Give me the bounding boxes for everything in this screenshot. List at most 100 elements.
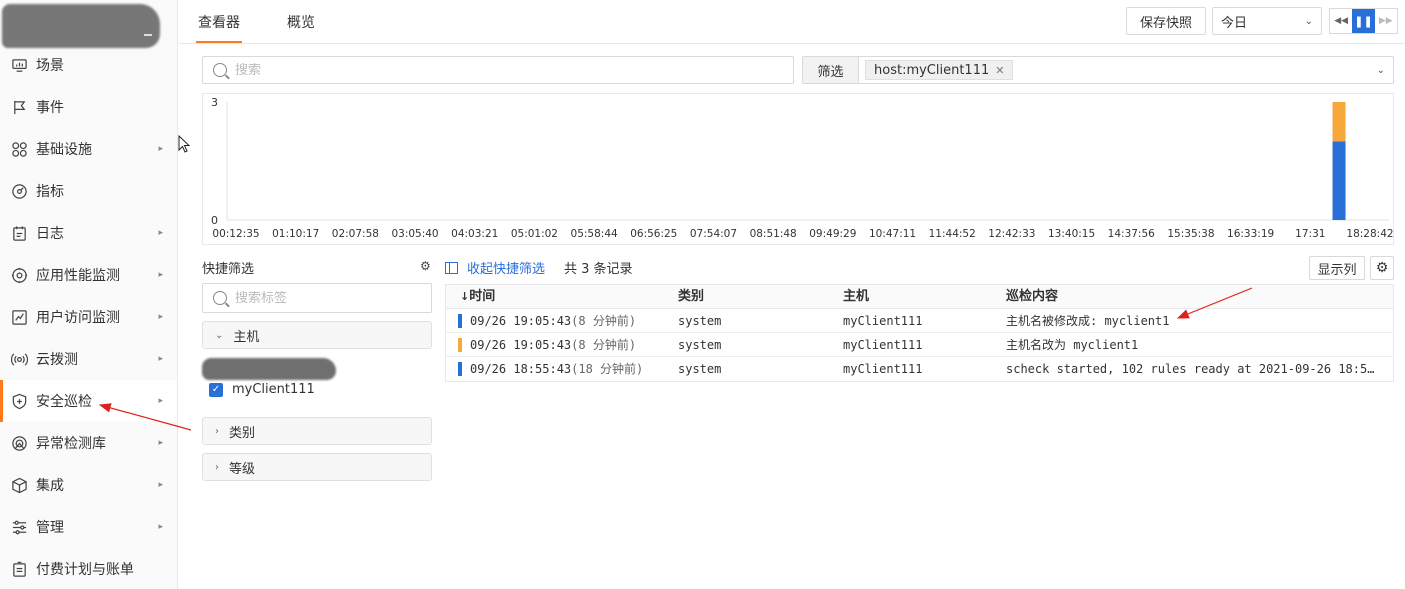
histogram-chart: 3 0 00:12:35 01:10:17 02:07:58 03:05:40 04:03:…	[202, 93, 1394, 245]
x-tick-label: 12:42:33	[988, 228, 1035, 240]
save-snapshot-button[interactable]: 保存快照	[1126, 7, 1206, 35]
sidebar-item[interactable]: 应用性能监测 ▸	[0, 254, 177, 296]
bill-icon	[10, 560, 28, 578]
filter-label: 筛选	[803, 57, 859, 83]
tag-search-input[interactable]	[234, 290, 431, 306]
cell-category: system	[678, 338, 722, 352]
chevron-right-icon: ›	[215, 425, 219, 437]
cell-time: 09/26 19:05:43(8 分钟前)	[470, 309, 636, 333]
x-tick-label: 03:05:40	[391, 228, 438, 240]
show-columns-button[interactable]: 显示列	[1309, 256, 1365, 280]
filter-group-host[interactable]: ⌄ 主机	[202, 321, 432, 349]
gear-icon[interactable]: ⚙	[1370, 256, 1394, 280]
sidebar-item[interactable]: 集成 ▸	[0, 464, 177, 506]
sidebar-item-label: 安全巡检	[36, 394, 92, 410]
record-count: 共 3 条记录	[564, 262, 633, 277]
time-range-value: 今日	[1221, 15, 1248, 31]
host-option[interactable]: ✓ myClient111	[209, 382, 315, 397]
x-tick-label: 04:03:21	[451, 228, 498, 240]
sidebar-item[interactable]: 场景	[0, 44, 177, 86]
x-tick-label: 05:58:44	[571, 228, 618, 240]
tab-overview[interactable]: 概览	[287, 12, 315, 32]
chevron-down-icon[interactable]: ⌄	[1377, 65, 1385, 76]
header-category: 类别	[678, 289, 705, 304]
x-tick-label: 06:56:25	[630, 228, 677, 240]
cell-content: 主机名改为 myclient1	[1006, 338, 1139, 352]
y-tick-label: 0	[211, 214, 218, 227]
filter-group-label: 类别	[229, 425, 256, 441]
chevron-right-icon: ▸	[158, 312, 163, 322]
target-icon	[10, 266, 28, 284]
x-tick-label: 05:01:02	[511, 228, 558, 240]
chevron-right-icon: ▸	[158, 354, 163, 364]
sidebar-item[interactable]: 付费计划与账单	[0, 548, 177, 589]
table-row[interactable]: 09/26 19:05:43(8 分钟前) system myClient111 主机…	[446, 333, 1393, 357]
sidebar-item[interactable]: 事件	[0, 86, 177, 128]
sidebar-item[interactable]: 异常检测库 ▸	[0, 422, 177, 464]
rewind-icon[interactable]: ◀◀	[1330, 9, 1352, 33]
cell-time-ago: (18 分钟前)	[571, 362, 644, 376]
sidebar-item[interactable]: 指标	[0, 170, 177, 212]
chevron-right-icon: ▸	[158, 270, 163, 280]
filter-bar[interactable]: 筛选 host:myClient111 ✕ ⌄	[802, 56, 1394, 84]
flag-icon	[10, 98, 28, 116]
gauge-icon	[10, 182, 28, 200]
cell-time-value: 09/26 18:55:43	[470, 362, 572, 376]
header-host: 主机	[843, 289, 870, 304]
document-icon	[10, 224, 28, 242]
chart-bar	[1332, 141, 1346, 220]
search-icon	[213, 63, 227, 77]
chevron-right-icon: ▸	[158, 228, 163, 238]
sidebar-item[interactable]: 管理 ▸	[0, 506, 177, 548]
search-input[interactable]	[235, 62, 757, 78]
pause-icon[interactable]: ❚❚	[1352, 9, 1375, 33]
filter-chip[interactable]: host:myClient111 ✕	[865, 60, 1014, 80]
filter-group-label: 主机	[233, 329, 260, 345]
blurred-host-label	[202, 358, 336, 380]
fast-forward-icon[interactable]: ▶▶	[1375, 9, 1397, 33]
close-icon[interactable]: ✕	[995, 64, 1004, 77]
sidebar-item-label: 指标	[36, 184, 64, 200]
x-tick-label: 10:47:11	[869, 228, 916, 240]
header-time[interactable]: ↓时间	[460, 285, 495, 309]
cell-time-ago: (8 分钟前)	[571, 314, 637, 328]
radar-icon	[10, 434, 28, 452]
collapse-quick-filter-link[interactable]: 收起快捷筛选	[445, 258, 545, 277]
x-tick-label: 15:35:38	[1167, 228, 1214, 240]
sidebar-item[interactable]: 安全巡检 ▸	[0, 380, 177, 422]
blurred-logo	[2, 4, 160, 48]
cell-time: 09/26 18:55:43(18 分钟前)	[470, 357, 643, 381]
quick-filter-title: 快捷筛选	[202, 262, 255, 277]
table-header: ↓时间 类别 主机 巡检内容	[446, 285, 1393, 309]
chevron-right-icon: ▸	[158, 438, 163, 448]
tab-viewer[interactable]: 查看器	[196, 12, 242, 43]
filter-group-level[interactable]: › 等级	[202, 453, 432, 481]
cube-icon	[10, 476, 28, 494]
playback-controls: ◀◀ ❚❚ ▶▶	[1329, 8, 1398, 34]
chart-bar	[1332, 102, 1346, 142]
x-tick-label: 09:49:29	[809, 228, 856, 240]
checkbox-checked-icon[interactable]: ✓	[209, 382, 223, 397]
x-tick-label: 11:44:52	[929, 228, 976, 240]
sidebar-item-label: 事件	[36, 100, 64, 116]
table-row[interactable]: 09/26 19:05:43(8 分钟前) system myClient111 主机…	[446, 309, 1393, 333]
sliders-icon	[10, 518, 28, 536]
signal-icon	[10, 350, 28, 368]
sort-down-icon: ↓	[460, 290, 470, 303]
logo-mark	[144, 34, 152, 36]
sidebar-item[interactable]: 云拨测 ▸	[0, 338, 177, 380]
histogram-svg: 3 000:12:35 01:10:17 02:07:58 03:05:40 04:03:…	[211, 96, 1394, 240]
filter-group-category[interactable]: › 类别	[202, 417, 432, 445]
sidebar-item[interactable]: 用户访问监测 ▸	[0, 296, 177, 338]
table-row[interactable]: 09/26 18:55:43(18 分钟前) system myClient111 s…	[446, 357, 1393, 381]
x-tick-label: 08:51:48	[750, 228, 797, 240]
gear-icon[interactable]: ⚙	[420, 259, 431, 273]
x-tick-label: 16:33:19	[1227, 228, 1274, 240]
chevron-right-icon: ▸	[158, 396, 163, 406]
search-box	[202, 56, 794, 84]
time-range-select[interactable]: 今日 ⌄	[1212, 7, 1322, 35]
cell-host: myClient111	[843, 338, 923, 352]
sidebar-item[interactable]: 基础设施 ▸	[0, 128, 177, 170]
x-tick-label: 18:28:42	[1346, 228, 1393, 240]
sidebar-item[interactable]: 日志 ▸	[0, 212, 177, 254]
